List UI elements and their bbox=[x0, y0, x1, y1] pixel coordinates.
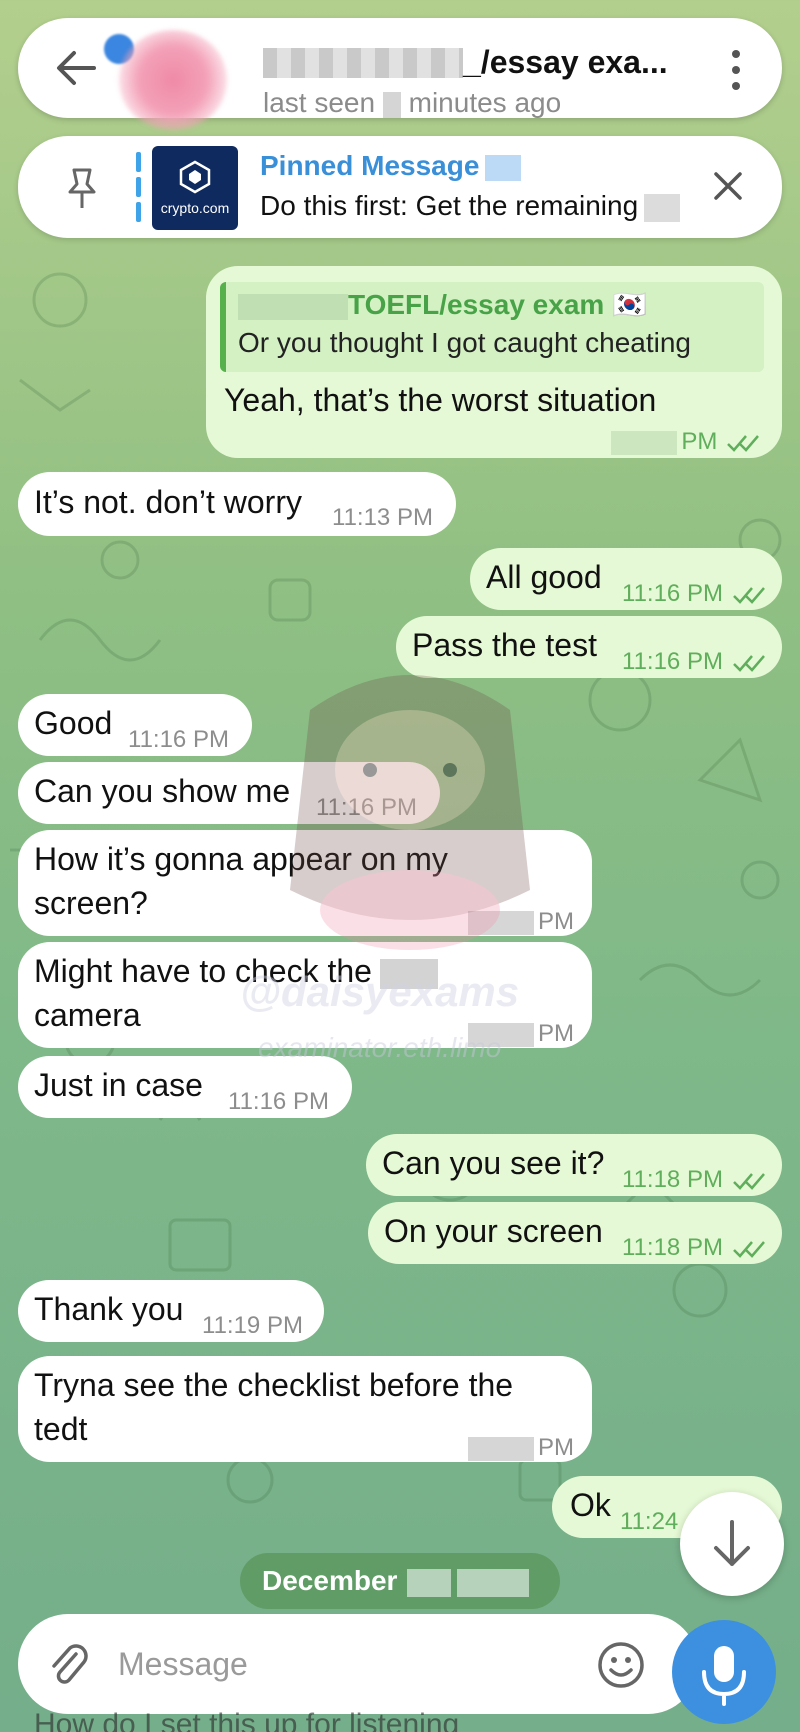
message-bubble[interactable]: How it’s gonna appear on my screen? PM bbox=[18, 830, 592, 936]
message-time: 11:16 PM bbox=[316, 794, 417, 821]
message-text: Pass the test bbox=[412, 627, 597, 663]
message-bubble[interactable]: Can you see it? 11:18 PM bbox=[366, 1134, 782, 1196]
message-bubble[interactable]: Tryna see the checklist before the tedt … bbox=[18, 1356, 592, 1462]
message-text: How it’s gonna appear on my screen? bbox=[34, 841, 448, 921]
arrow-down-icon bbox=[714, 1520, 750, 1566]
reply-author: TOEFL/essay exam 🇰🇷 bbox=[238, 286, 752, 324]
message-time: PM bbox=[468, 1012, 574, 1056]
paperclip-icon[interactable] bbox=[46, 1642, 90, 1686]
crypto-logo-icon bbox=[179, 160, 211, 194]
message-text: Can you show me bbox=[34, 773, 291, 809]
date-divider: December bbox=[240, 1553, 560, 1609]
message-time: 11:16 PM bbox=[622, 640, 766, 684]
chat-header: _/essay exa... last seen minutes ago bbox=[18, 18, 782, 130]
message-bubble[interactable]: Pass the test 11:16 PM bbox=[396, 616, 782, 678]
message-bubble[interactable]: Might have to check the camera PM bbox=[18, 942, 592, 1048]
vertical-dots-icon[interactable] bbox=[726, 48, 746, 92]
message-input[interactable] bbox=[118, 1634, 578, 1694]
message-bubble[interactable]: On your screen 11:18 PM bbox=[368, 1202, 782, 1264]
pinned-title: Pinned Message bbox=[260, 150, 522, 182]
double-check-icon bbox=[732, 586, 765, 604]
message-bubble[interactable]: It’s not. don’t worry 11:13 PM bbox=[18, 472, 456, 536]
message-time: 11:18 PM bbox=[622, 1158, 766, 1202]
message-time: 11:18 PM bbox=[622, 1226, 766, 1270]
arrow-left-icon[interactable] bbox=[54, 48, 98, 88]
pinned-thumbnail: crypto.com bbox=[152, 146, 238, 230]
redacted-name bbox=[263, 47, 463, 78]
pin-icon bbox=[68, 168, 96, 208]
message-bubble[interactable]: TOEFL/essay exam 🇰🇷 Or you thought I got… bbox=[206, 266, 782, 458]
emoji-icon[interactable] bbox=[596, 1640, 646, 1690]
message-time: PM bbox=[468, 1426, 574, 1470]
double-check-icon bbox=[727, 434, 759, 452]
message-bubble[interactable]: All good 11:16 PM bbox=[470, 548, 782, 610]
last-seen-status: last seen minutes ago bbox=[263, 87, 562, 118]
partial-message-peek: How do I set this up for listening bbox=[34, 1708, 460, 1732]
message-input-bar bbox=[18, 1614, 698, 1714]
message-text: On your screen bbox=[384, 1213, 603, 1249]
chat-title-block[interactable]: _/essay exa... last seen minutes ago bbox=[263, 44, 683, 119]
pinned-text: Do this first: Get the remaining bbox=[260, 190, 681, 222]
message-time: PM bbox=[611, 420, 760, 464]
double-check-icon bbox=[732, 654, 765, 672]
message-bubble[interactable]: Just in case 11:16 PM bbox=[18, 1056, 352, 1118]
message-bubble[interactable]: Good 11:16 PM bbox=[18, 694, 252, 756]
message-bubble[interactable]: Thank you 11:19 PM bbox=[18, 1280, 324, 1342]
message-time: 11:16 PM bbox=[228, 1088, 329, 1115]
reply-text: Or you thought I got caught cheating bbox=[238, 327, 691, 358]
message-time: 11:16 PM bbox=[128, 726, 229, 753]
message-time: 11:16 PM bbox=[622, 572, 766, 616]
pinned-index-bars bbox=[136, 152, 141, 224]
reply-quote[interactable]: TOEFL/essay exam 🇰🇷 Or you thought I got… bbox=[220, 282, 764, 372]
message-text: Just in case bbox=[34, 1067, 203, 1103]
microphone-icon bbox=[702, 1646, 746, 1706]
message-time: 11:13 PM bbox=[332, 504, 433, 531]
redacted-count bbox=[382, 91, 401, 118]
close-icon[interactable] bbox=[708, 166, 748, 206]
message-text: Thank you bbox=[34, 1291, 184, 1327]
scroll-to-bottom-button[interactable] bbox=[680, 1492, 784, 1596]
message-text: It’s not. don’t worry bbox=[34, 484, 302, 520]
message-time: PM bbox=[468, 900, 574, 944]
message-text: Ok bbox=[570, 1487, 611, 1523]
microphone-button[interactable] bbox=[672, 1620, 776, 1724]
message-text: Can you see it? bbox=[382, 1145, 605, 1181]
pinned-message-bar[interactable]: crypto.com Pinned Message Do this first:… bbox=[18, 136, 782, 238]
avatar[interactable] bbox=[118, 30, 228, 130]
double-check-icon bbox=[732, 1240, 765, 1258]
message-time: 11:19 PM bbox=[202, 1312, 303, 1339]
double-check-icon bbox=[732, 1172, 765, 1190]
message-bubble[interactable]: Can you show me 11:16 PM bbox=[18, 762, 440, 824]
thumbnail-label: crypto.com bbox=[160, 200, 230, 216]
message-time: 11:24 bbox=[620, 1508, 679, 1535]
message-text: Good bbox=[34, 705, 113, 741]
message-text: All good bbox=[486, 559, 602, 595]
message-text: Yeah, that’s the worst situation bbox=[224, 382, 657, 418]
chat-title: _/essay exa... bbox=[463, 44, 668, 80]
